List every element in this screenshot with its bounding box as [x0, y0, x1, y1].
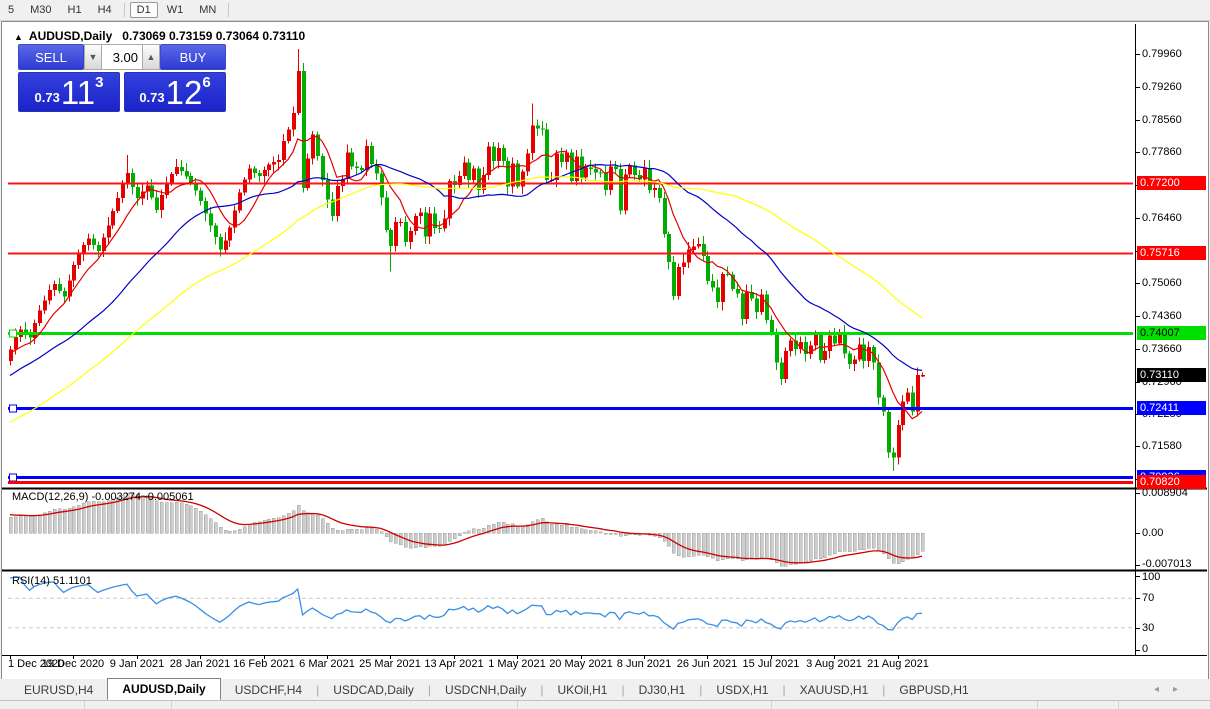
rsi-tick-label: 0: [1142, 643, 1148, 655]
toolbar-separator: [228, 3, 229, 17]
volume-input[interactable]: [102, 44, 142, 70]
price-tick-label: 0.79960: [1142, 48, 1182, 60]
rsi-tick-label: 30: [1142, 622, 1154, 634]
volume-down-button[interactable]: ▼: [84, 44, 102, 70]
price-tick-label: 0.73660: [1142, 343, 1182, 355]
tab-ukoil-h1[interactable]: UKOil,H1: [543, 680, 621, 700]
tab-audusd-daily[interactable]: AUDUSD,Daily: [107, 678, 220, 700]
tab-dj30-h1[interactable]: DJ30,H1: [625, 680, 700, 700]
one-click-trade-panel: SELL ▼ ▲ BUY 0.73 11 3 0.73 12 6: [18, 44, 226, 112]
buy-price-box[interactable]: 0.73 12 6: [124, 72, 226, 112]
timeframe-button-h4[interactable]: H4: [91, 2, 119, 18]
chart-symbol-label: AUDUSD,Daily: [29, 29, 112, 43]
price-tag-0.77200: 0.77200: [1137, 176, 1206, 190]
symbol-tab-bar: EURUSD,H4AUDUSD,DailyUSDCHF,H4|USDCAD,Da…: [0, 679, 1210, 700]
timeframe-button-h1[interactable]: H1: [61, 2, 89, 18]
buy-price-small: 0.73: [139, 90, 164, 105]
volume-up-button[interactable]: ▲: [142, 44, 160, 70]
price-tick-label: 0.71580: [1142, 440, 1182, 452]
price-tag-0.70820: 0.70820: [1137, 475, 1206, 489]
sell-price-sup: 3: [95, 74, 103, 91]
rsi-tick-label: 70: [1142, 592, 1154, 604]
macd-tick-label: -0.007013: [1142, 558, 1192, 570]
price-tag-0.72411: 0.72411: [1137, 401, 1206, 415]
timeframe-button-m30[interactable]: M30: [23, 2, 58, 18]
timeframe-button-mn[interactable]: MN: [192, 2, 223, 18]
sell-price-big: 11: [61, 76, 95, 109]
sell-price-small: 0.73: [35, 90, 60, 105]
price-tag-0.74007: 0.74007: [1137, 326, 1206, 340]
timeframe-button-w1[interactable]: W1: [160, 2, 191, 18]
tab-usdcnh-daily[interactable]: USDCNH,Daily: [431, 680, 540, 700]
sell-button[interactable]: SELL: [18, 44, 84, 70]
price-tag-0.73110: 0.73110: [1137, 368, 1206, 382]
chart-window[interactable]: [1, 21, 1209, 680]
price-tick-label: 0.79260: [1142, 81, 1182, 93]
date-label: 21 Aug 2021: [858, 658, 938, 670]
timeframe-button-d1[interactable]: D1: [130, 2, 158, 18]
status-bar: [0, 700, 1210, 709]
tab-scroll-right-icon: ▸: [1173, 684, 1192, 695]
rsi-label: RSI(14) 51.1101: [12, 575, 92, 587]
tab-scroll-left-icon: ◂: [1154, 684, 1173, 695]
chart-expand-icon[interactable]: ▲: [14, 32, 23, 42]
price-tick-label: 0.77860: [1142, 146, 1182, 158]
price-tick-label: 0.78560: [1142, 114, 1182, 126]
macd-tick-label: 0.00: [1142, 527, 1163, 539]
buy-button[interactable]: BUY: [160, 44, 226, 70]
tab-usdcad-daily[interactable]: USDCAD,Daily: [319, 680, 428, 700]
toolbar-separator: [124, 3, 125, 17]
sell-price-box[interactable]: 0.73 11 3: [18, 72, 120, 112]
rsi-tick-label: 100: [1142, 571, 1160, 583]
timeframe-toolbar: 5M30H1H4 D1W1MN: [0, 0, 1210, 21]
chart-ohlc-values: 0.73069 0.73159 0.73064 0.73110: [122, 29, 305, 43]
price-tick-label: 0.76460: [1142, 212, 1182, 224]
price-tick-label: 0.75060: [1142, 277, 1182, 289]
tab-scroll-arrows[interactable]: ◂▸: [1154, 684, 1192, 695]
tab-xauusd-h1[interactable]: XAUUSD,H1: [786, 680, 883, 700]
buy-price-sup: 6: [202, 74, 210, 91]
buy-price-big: 12: [166, 76, 203, 109]
chart-title: ▲ AUDUSD,Daily 0.73069 0.73159 0.73064 0.7…: [14, 29, 305, 43]
tab-eurusd-h4[interactable]: EURUSD,H4: [10, 680, 107, 700]
timeframe-button-5[interactable]: 5: [1, 2, 21, 18]
price-tag-0.75716: 0.75716: [1137, 246, 1206, 260]
tab-usdx-h1[interactable]: USDX,H1: [702, 680, 782, 700]
macd-label: MACD(12,26,9) -0.003274 -0.005061: [12, 491, 194, 503]
price-tick-label: 0.74360: [1142, 310, 1182, 322]
date-axis: 1 Dec 202019 Dec 20209 Jan 202128 Jan 20…: [0, 658, 1135, 672]
tab-usdchf-h4[interactable]: USDCHF,H4: [221, 680, 316, 700]
tab-gbpusd-h1[interactable]: GBPUSD,H1: [885, 680, 982, 700]
